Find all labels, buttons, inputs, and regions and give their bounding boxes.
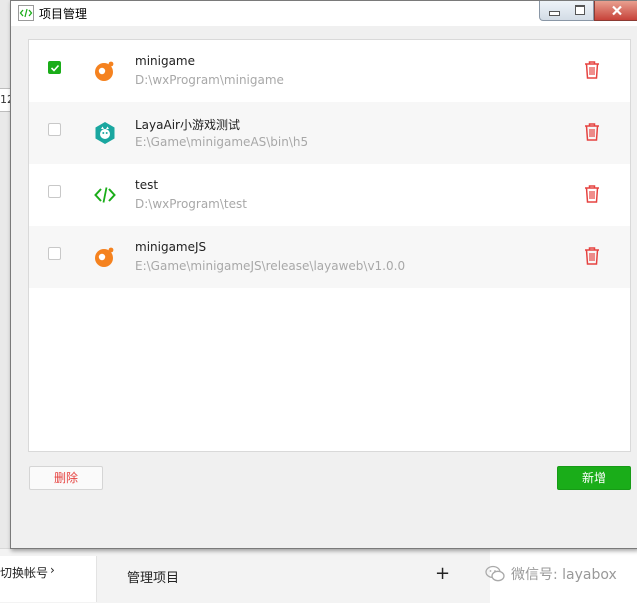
project-manager-window: 项目管理 minigame D:\wxProgram\minigame Laya…	[10, 0, 637, 549]
trash-icon[interactable]	[583, 184, 601, 204]
title-bar[interactable]: 项目管理	[11, 1, 637, 26]
project-checkbox[interactable]	[48, 123, 61, 136]
project-checkbox[interactable]	[48, 61, 61, 74]
add-button[interactable]: 新增	[557, 466, 631, 490]
trash-icon[interactable]	[583, 122, 601, 142]
minimize-icon	[549, 11, 560, 16]
watermark-text: 微信号: layabox	[511, 567, 617, 583]
orange-game-icon	[95, 61, 114, 81]
trash-icon[interactable]	[583, 60, 601, 80]
app-code-icon	[18, 5, 34, 21]
project-row[interactable]: minigameJS E:\Game\minigameJS\release\la…	[29, 226, 630, 288]
chevron-right-icon: ›	[50, 563, 55, 577]
project-row[interactable]: test D:\wxProgram\test	[29, 164, 630, 226]
close-icon	[612, 5, 622, 16]
window-title: 项目管理	[39, 7, 88, 21]
minimize-button[interactable]	[539, 1, 568, 21]
maximize-button[interactable]	[567, 1, 594, 21]
maximize-icon	[575, 5, 585, 15]
layaair-icon	[95, 122, 115, 144]
project-checkbox[interactable]	[48, 247, 61, 260]
manage-projects-label[interactable]: 管理项目	[127, 567, 179, 586]
project-name: LayaAir小游戏测试	[135, 118, 240, 132]
wechat-icon	[485, 565, 505, 582]
project-name: minigame	[135, 54, 196, 68]
orange-game-icon	[95, 247, 114, 267]
project-path: E:\Game\minigameJS\release\layaweb\v1.0.…	[135, 259, 406, 273]
project-path: D:\wxProgram\minigame	[135, 73, 284, 87]
switch-account-item[interactable]: 切换帐号	[0, 564, 48, 581]
wechat-watermark: 微信号: layabox	[485, 562, 617, 586]
project-path: D:\wxProgram\test	[135, 197, 247, 211]
close-button[interactable]	[594, 1, 637, 21]
add-project-plus-button[interactable]: +	[435, 563, 450, 584]
trash-icon[interactable]	[583, 246, 601, 266]
project-row[interactable]: LayaAir小游戏测试 E:\Game\minigameAS\bin\h5	[29, 102, 630, 164]
project-name: minigameJS	[135, 240, 207, 254]
code-icon	[94, 187, 116, 203]
project-list: minigame D:\wxProgram\minigame LayaAir小游…	[28, 39, 631, 452]
project-row[interactable]: minigame D:\wxProgram\minigame	[29, 40, 630, 102]
project-path: E:\Game\minigameAS\bin\h5	[135, 135, 309, 149]
project-name: test	[135, 178, 159, 192]
checkmark-icon	[50, 64, 60, 72]
project-checkbox[interactable]	[48, 185, 61, 198]
delete-button[interactable]: 删除	[29, 466, 103, 490]
